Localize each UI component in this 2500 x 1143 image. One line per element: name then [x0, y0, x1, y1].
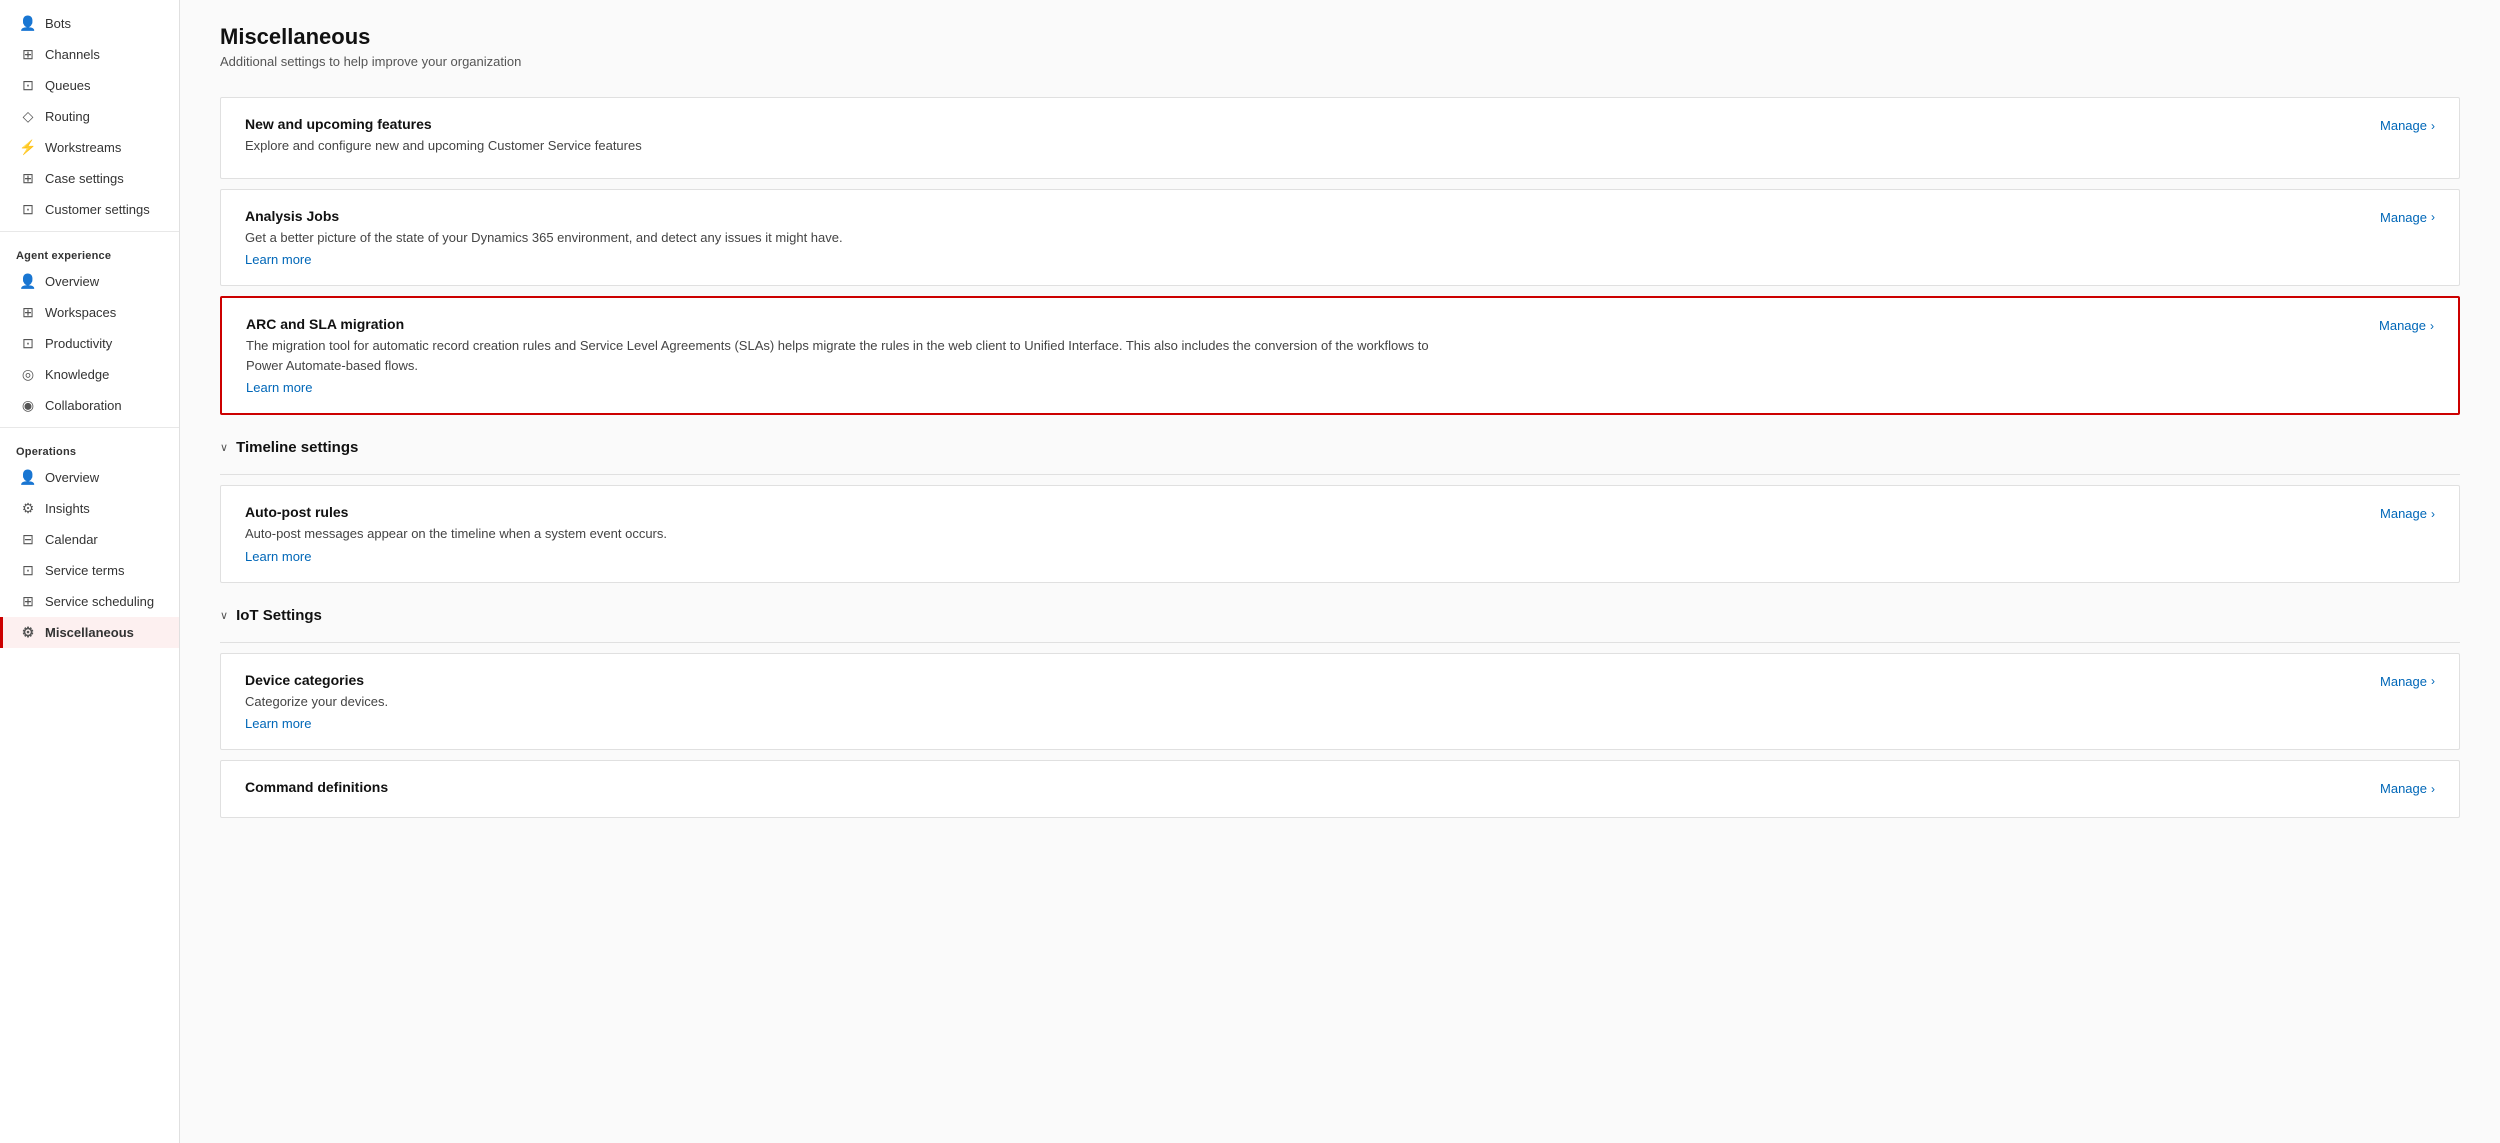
sidebar-item-workstreams[interactable]: ⚡ Workstreams [0, 132, 179, 163]
card-auto-post-rules-desc: Auto-post messages appear on the timelin… [245, 524, 1445, 544]
service-scheduling-icon: ⊞ [19, 593, 37, 610]
ops-overview-icon: 👤 [19, 469, 37, 486]
manage-new-features-chevron: › [2431, 119, 2435, 133]
card-device-categories-desc: Categorize your devices. [245, 692, 1445, 712]
main-content: Miscellaneous Additional settings to hel… [180, 0, 2500, 1143]
card-device-categories-content: Device categories Categorize your device… [245, 672, 1445, 732]
analysis-jobs-learn-more-link[interactable]: Learn more [245, 252, 311, 267]
miscellaneous-icon: ⚙ [19, 624, 37, 641]
knowledge-icon: ◎ [19, 366, 37, 383]
sidebar-item-workspaces[interactable]: ⊞ Workspaces [0, 297, 179, 328]
sidebar-item-channels[interactable]: ⊞ Channels [0, 39, 179, 70]
card-device-categories-title: Device categories [245, 672, 1445, 688]
card-arc-sla-title: ARC and SLA migration [246, 316, 1446, 332]
timeline-settings-header[interactable]: ∨ Timeline settings [220, 425, 2460, 466]
manage-auto-post-rules-button[interactable]: Manage › [2356, 504, 2435, 521]
agent-experience-section-header: Agent experience [0, 238, 179, 266]
manage-auto-post-rules-chevron: › [2431, 507, 2435, 521]
collaboration-icon: ◉ [19, 397, 37, 414]
page-subtitle: Additional settings to help improve your… [220, 54, 2460, 69]
manage-new-features-button[interactable]: Manage › [2356, 116, 2435, 133]
sidebar-item-collaboration[interactable]: ◉ Collaboration [0, 390, 179, 421]
sidebar-item-customer-settings[interactable]: ⊡ Customer settings [0, 194, 179, 225]
queues-icon: ⊡ [19, 77, 37, 94]
card-auto-post-rules-content: Auto-post rules Auto-post messages appea… [245, 504, 1445, 564]
card-arc-sla-desc: The migration tool for automatic record … [246, 336, 1446, 375]
timeline-settings-title: Timeline settings [236, 439, 358, 456]
ae-overview-icon: 👤 [19, 273, 37, 290]
card-analysis-jobs-title: Analysis Jobs [245, 208, 1445, 224]
card-auto-post-rules-title: Auto-post rules [245, 504, 1445, 520]
sidebar-item-productivity[interactable]: ⊡ Productivity [0, 328, 179, 359]
insights-icon: ⚙ [19, 500, 37, 517]
timeline-collapse-chevron: ∨ [220, 441, 228, 454]
card-device-categories: Device categories Categorize your device… [220, 653, 2460, 751]
sidebar-item-service-terms[interactable]: ⊡ Service terms [0, 555, 179, 586]
sidebar-item-calendar[interactable]: ⊟ Calendar [0, 524, 179, 555]
calendar-icon: ⊟ [19, 531, 37, 548]
sidebar-item-ops-overview[interactable]: 👤 Overview [0, 462, 179, 493]
manage-arc-sla-chevron: › [2430, 319, 2434, 333]
card-arc-sla: ARC and SLA migration The migration tool… [220, 296, 2460, 415]
arc-sla-learn-more-link[interactable]: Learn more [246, 380, 312, 395]
iot-settings-header[interactable]: ∨ IoT Settings [220, 593, 2460, 634]
channels-icon: ⊞ [19, 46, 37, 63]
operations-section-header: Operations [0, 434, 179, 462]
sidebar-item-insights[interactable]: ⚙ Insights [0, 493, 179, 524]
timeline-section-divider [220, 474, 2460, 475]
device-categories-learn-more-link[interactable]: Learn more [245, 716, 311, 731]
card-analysis-jobs-desc: Get a better picture of the state of you… [245, 228, 1445, 248]
card-analysis-jobs-content: Analysis Jobs Get a better picture of th… [245, 208, 1445, 268]
card-command-definitions: Command definitions Manage › [220, 760, 2460, 818]
card-command-definitions-title: Command definitions [245, 779, 1445, 795]
customer-settings-icon: ⊡ [19, 201, 37, 218]
card-analysis-jobs: Analysis Jobs Get a better picture of th… [220, 189, 2460, 287]
page-title: Miscellaneous [220, 24, 2460, 50]
sidebar-item-queues[interactable]: ⊡ Queues [0, 70, 179, 101]
manage-analysis-jobs-chevron: › [2431, 210, 2435, 224]
manage-analysis-jobs-button[interactable]: Manage › [2356, 208, 2435, 225]
sidebar-item-service-scheduling[interactable]: ⊞ Service scheduling [0, 586, 179, 617]
card-new-features-desc: Explore and configure new and upcoming C… [245, 136, 1445, 156]
manage-command-definitions-button[interactable]: Manage › [2356, 779, 2435, 796]
case-settings-icon: ⊞ [19, 170, 37, 187]
sidebar-item-bots[interactable]: 👤 Bots [0, 8, 179, 39]
sidebar-item-routing[interactable]: ◇ Routing [0, 101, 179, 132]
manage-device-categories-chevron: › [2431, 674, 2435, 688]
manage-device-categories-button[interactable]: Manage › [2356, 672, 2435, 689]
card-arc-sla-content: ARC and SLA migration The migration tool… [246, 316, 1446, 395]
service-terms-icon: ⊡ [19, 562, 37, 579]
sidebar: 👤 Bots ⊞ Channels ⊡ Queues ◇ Routing ⚡ W… [0, 0, 180, 1143]
workspaces-icon: ⊞ [19, 304, 37, 321]
card-command-definitions-content: Command definitions [245, 779, 1445, 799]
productivity-icon: ⊡ [19, 335, 37, 352]
card-auto-post-rules: Auto-post rules Auto-post messages appea… [220, 485, 2460, 583]
workstreams-icon: ⚡ [19, 139, 37, 156]
card-new-features-title: New and upcoming features [245, 116, 1445, 132]
bots-icon: 👤 [19, 15, 37, 32]
card-new-features: New and upcoming features Explore and co… [220, 97, 2460, 179]
sidebar-item-miscellaneous[interactable]: ⚙ Miscellaneous [0, 617, 179, 648]
sidebar-item-knowledge[interactable]: ◎ Knowledge [0, 359, 179, 390]
card-new-features-content: New and upcoming features Explore and co… [245, 116, 1445, 160]
sidebar-item-ae-overview[interactable]: 👤 Overview [0, 266, 179, 297]
routing-icon: ◇ [19, 108, 37, 125]
manage-command-definitions-chevron: › [2431, 782, 2435, 796]
iot-settings-title: IoT Settings [236, 607, 322, 624]
iot-collapse-chevron: ∨ [220, 609, 228, 622]
manage-arc-sla-button[interactable]: Manage › [2355, 316, 2434, 333]
auto-post-rules-learn-more-link[interactable]: Learn more [245, 549, 311, 564]
sidebar-item-case-settings[interactable]: ⊞ Case settings [0, 163, 179, 194]
iot-section-divider [220, 642, 2460, 643]
